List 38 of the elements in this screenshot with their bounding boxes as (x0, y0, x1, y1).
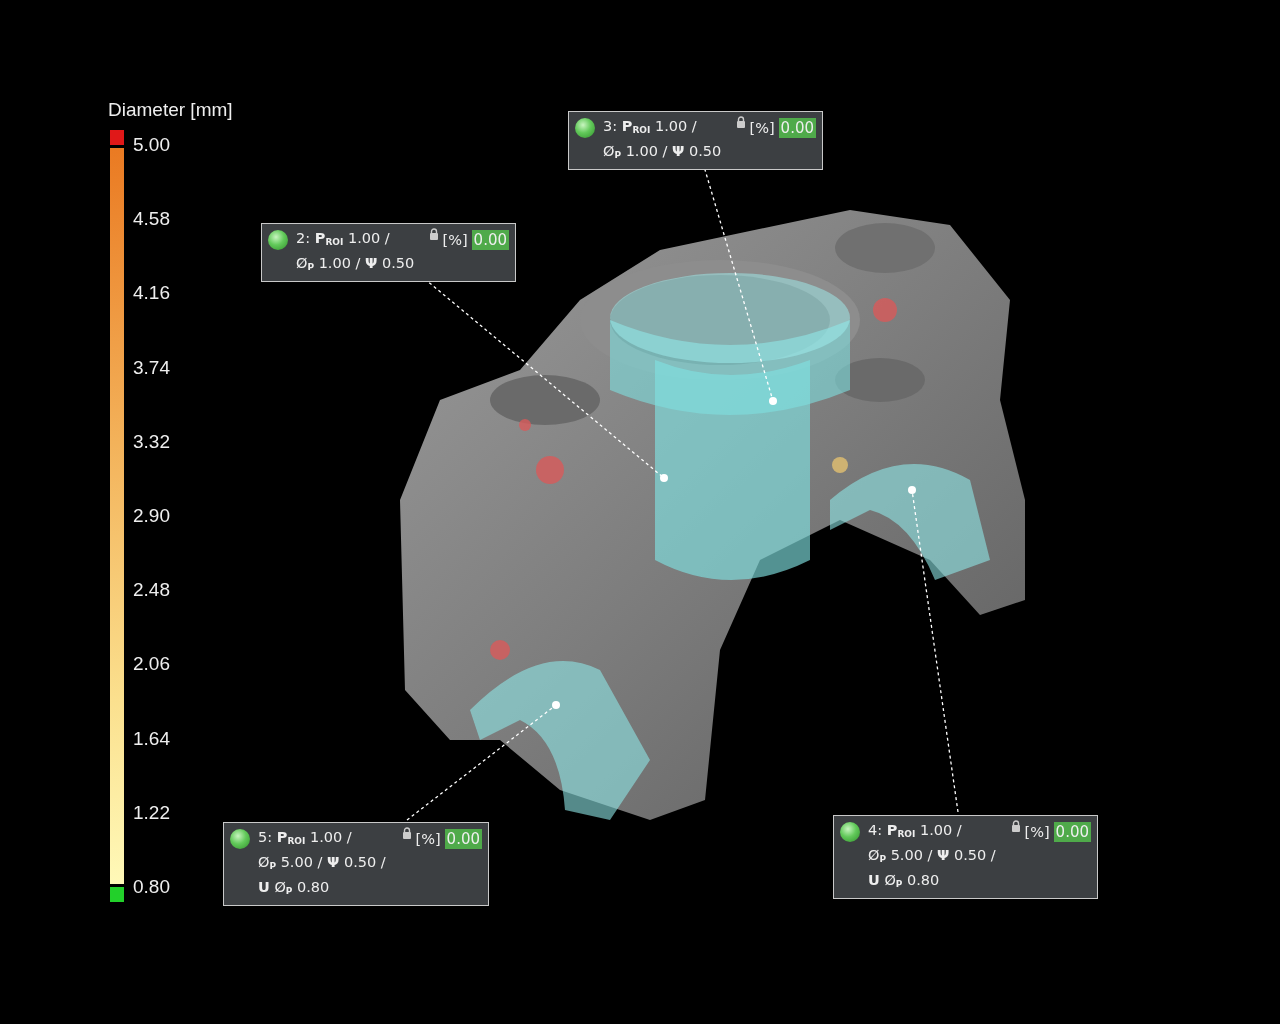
status-indicator (230, 829, 250, 849)
legend-title: Diameter [mm] (108, 98, 233, 122)
scale-label: 4.16 (133, 281, 170, 306)
scale-label: 1.22 (133, 800, 170, 825)
unit-label: [%] (1024, 823, 1050, 842)
percent-value: 0.00 (471, 230, 509, 250)
annotation-text: 4: P$_{ROI}$ 1.00 / (868, 821, 963, 841)
scale-label: 2.90 (133, 503, 170, 528)
status-indicator (575, 118, 595, 138)
scale-label: 4.58 (133, 207, 170, 232)
scale-label: 3.74 (133, 355, 170, 380)
annotation-text: 5: P$_{ROI}$ 1.00 / (258, 828, 353, 848)
annotation-text: 2: P$_{ROI}$ 1.00 / (296, 229, 391, 249)
lock-icon (428, 228, 439, 240)
scale-label: 0.80 (133, 874, 170, 899)
percent-value: 0.00 (444, 829, 482, 849)
lock-icon (735, 116, 746, 128)
annotation-text: 3: P$_{ROI}$ 1.00 / (603, 117, 698, 137)
annotation-text: U Ø$_{P}$ 0.80 (258, 878, 331, 898)
scale-label: 2.06 (133, 652, 170, 677)
scale-label: 1.64 (133, 726, 170, 751)
scale-label: 5.00 (133, 133, 170, 157)
annotation-text: Ø$_{P}$ 1.00 / Ψ 0.50 (603, 142, 722, 162)
annotation-text: Ø$_{P}$ 1.00 / Ψ 0.50 (296, 254, 415, 274)
annotation-text: U Ø$_{P}$ 0.80 (868, 871, 941, 891)
lock-icon (401, 827, 412, 839)
percent-value: 0.00 (1053, 822, 1091, 842)
status-indicator (840, 822, 860, 842)
status-indicator (268, 230, 288, 250)
annotation-text: Ø$_{P}$ 5.00 / Ψ 0.50 / (868, 846, 996, 866)
unit-label: [%] (749, 119, 775, 138)
annotation-text: Ø$_{P}$ 5.00 / Ψ 0.50 / (258, 853, 386, 873)
lock-icon (1010, 820, 1021, 832)
scale-label: 3.32 (133, 429, 170, 454)
unit-label: [%] (442, 231, 468, 250)
scale-label: 2.48 (133, 578, 170, 603)
percent-value: 0.00 (778, 118, 816, 138)
unit-label: [%] (415, 830, 441, 849)
